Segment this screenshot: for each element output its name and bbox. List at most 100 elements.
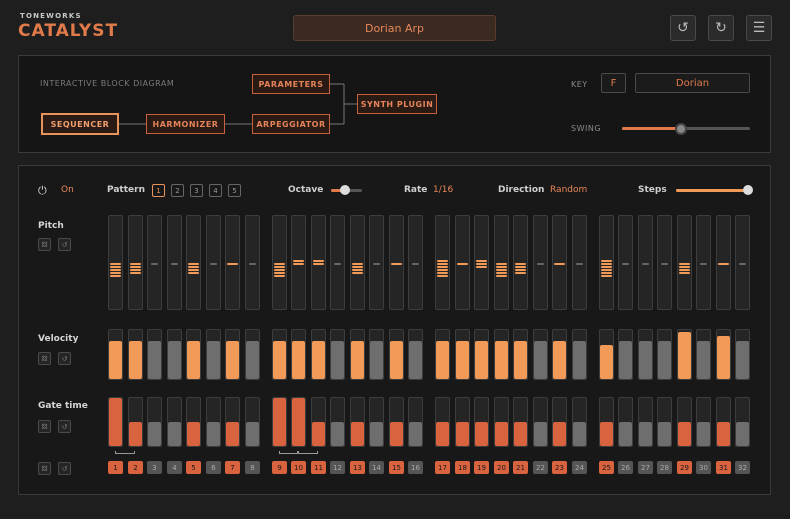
direction-value[interactable]: Random xyxy=(550,185,587,195)
velocity-reset-button[interactable]: ↺ xyxy=(58,352,71,365)
step-toggle[interactable]: 1 xyxy=(108,461,123,474)
block-parameters[interactable]: PARAMETERS xyxy=(252,74,330,94)
block-harmonizer[interactable]: HARMONIZER xyxy=(146,114,225,134)
pitch-mark xyxy=(476,263,487,265)
velocity-bar xyxy=(600,345,613,379)
pitch-mark xyxy=(515,263,526,265)
gate-randomize-button[interactable]: ⚄ xyxy=(38,420,51,433)
pitch-mark xyxy=(210,263,217,265)
step-toggle[interactable]: 4 xyxy=(167,461,182,474)
gate-bar xyxy=(246,422,259,446)
step-toggle[interactable]: 20 xyxy=(494,461,509,474)
pitch-mark xyxy=(554,263,565,265)
block-synth-plugin[interactable]: SYNTH PLUGIN xyxy=(357,94,437,114)
gate-reset-button[interactable]: ↺ xyxy=(58,420,71,433)
rate-value[interactable]: 1/16 xyxy=(433,185,453,195)
step-toggle[interactable]: 29 xyxy=(677,461,692,474)
steps-reset-button[interactable]: ↺ xyxy=(58,462,71,475)
dice-icon: ⚄ xyxy=(41,354,48,363)
pitch-mark xyxy=(642,263,649,265)
velocity-bar xyxy=(639,341,652,379)
pitch-mark xyxy=(110,272,121,274)
pitch-mark xyxy=(601,275,612,277)
pitch-mark xyxy=(412,263,419,265)
step-toggle[interactable]: 7 xyxy=(225,461,240,474)
step-toggle[interactable]: 31 xyxy=(716,461,731,474)
step-toggle[interactable]: 27 xyxy=(638,461,653,474)
gate-bar xyxy=(514,422,527,446)
step-toggle[interactable]: 21 xyxy=(513,461,528,474)
pitch-mark xyxy=(515,269,526,271)
step-toggle[interactable]: 18 xyxy=(455,461,470,474)
block-arpeggiator[interactable]: ARPEGGIATOR xyxy=(252,114,330,134)
step-toggle[interactable]: 28 xyxy=(657,461,672,474)
scale-selector[interactable]: Dorian xyxy=(635,73,750,93)
block-sequencer[interactable]: SEQUENCER xyxy=(41,113,119,135)
pattern-button-3[interactable]: 3 xyxy=(190,184,203,197)
gate-bar xyxy=(475,422,488,446)
velocity-bar xyxy=(717,336,730,379)
step-toggle[interactable]: 30 xyxy=(696,461,711,474)
step-toggle[interactable]: 25 xyxy=(599,461,614,474)
gate-bar xyxy=(273,398,286,446)
swing-slider-knob[interactable] xyxy=(675,123,687,135)
velocity-bar xyxy=(226,341,239,379)
swing-slider[interactable] xyxy=(622,122,750,135)
step-toggle[interactable]: 17 xyxy=(435,461,450,474)
step-toggle[interactable]: 24 xyxy=(572,461,587,474)
step-toggle[interactable]: 15 xyxy=(389,461,404,474)
step-toggle[interactable]: 23 xyxy=(552,461,567,474)
step-toggle[interactable]: 12 xyxy=(330,461,345,474)
velocity-bar xyxy=(456,341,469,379)
pitch-mark xyxy=(352,269,363,271)
step-toggle[interactable]: 19 xyxy=(474,461,489,474)
velocity-bar xyxy=(619,341,632,379)
pitch-mark xyxy=(274,272,285,274)
steps-slider-knob[interactable] xyxy=(743,185,753,195)
pattern-label: Pattern xyxy=(107,185,145,195)
reset-icon: ↺ xyxy=(61,422,68,431)
steps-slider[interactable] xyxy=(676,185,753,197)
step-toggle[interactable]: 32 xyxy=(735,461,750,474)
step-toggle[interactable]: 5 xyxy=(186,461,201,474)
pitch-mark xyxy=(679,272,690,274)
pitch-reset-button[interactable]: ↺ xyxy=(58,238,71,251)
pitch-mark xyxy=(679,269,690,271)
octave-slider[interactable] xyxy=(331,185,362,197)
velocity-bar xyxy=(573,341,586,379)
pattern-button-4[interactable]: 4 xyxy=(209,184,222,197)
key-note-selector[interactable]: F xyxy=(601,73,626,93)
step-toggle[interactable]: 10 xyxy=(291,461,306,474)
pitch-mark xyxy=(476,260,487,262)
pitch-mark xyxy=(352,272,363,274)
on-label: On xyxy=(61,185,74,195)
pitch-mark xyxy=(171,263,178,265)
step-toggle[interactable]: 22 xyxy=(533,461,548,474)
pattern-button-5[interactable]: 5 xyxy=(228,184,241,197)
velocity-bar xyxy=(553,341,566,379)
velocity-randomize-button[interactable]: ⚄ xyxy=(38,352,51,365)
step-toggle[interactable]: 9 xyxy=(272,461,287,474)
velocity-bar xyxy=(312,341,325,379)
velocity-row-label: Velocity xyxy=(38,334,79,344)
step-toggle[interactable]: 14 xyxy=(369,461,384,474)
step-toggle[interactable]: 16 xyxy=(408,461,423,474)
octave-slider-knob[interactable] xyxy=(340,185,350,195)
pitch-mark xyxy=(515,272,526,274)
steps-randomize-button[interactable]: ⚄ xyxy=(38,462,51,475)
step-toggle[interactable]: 13 xyxy=(350,461,365,474)
step-toggle[interactable]: 11 xyxy=(311,461,326,474)
pitch-mark xyxy=(437,272,448,274)
step-toggle[interactable]: 3 xyxy=(147,461,162,474)
step-toggle[interactable]: 2 xyxy=(128,461,143,474)
step-toggle[interactable]: 26 xyxy=(618,461,633,474)
pattern-button-2[interactable]: 2 xyxy=(171,184,184,197)
power-icon[interactable]: ⏻ xyxy=(38,184,51,197)
pitch-mark xyxy=(151,263,158,265)
step-toggle[interactable]: 6 xyxy=(206,461,221,474)
pitch-mark xyxy=(274,275,285,277)
step-toggle[interactable]: 8 xyxy=(245,461,260,474)
pitch-randomize-button[interactable]: ⚄ xyxy=(38,238,51,251)
gate-bar xyxy=(658,422,671,446)
pattern-button-1[interactable]: 1 xyxy=(152,184,165,197)
